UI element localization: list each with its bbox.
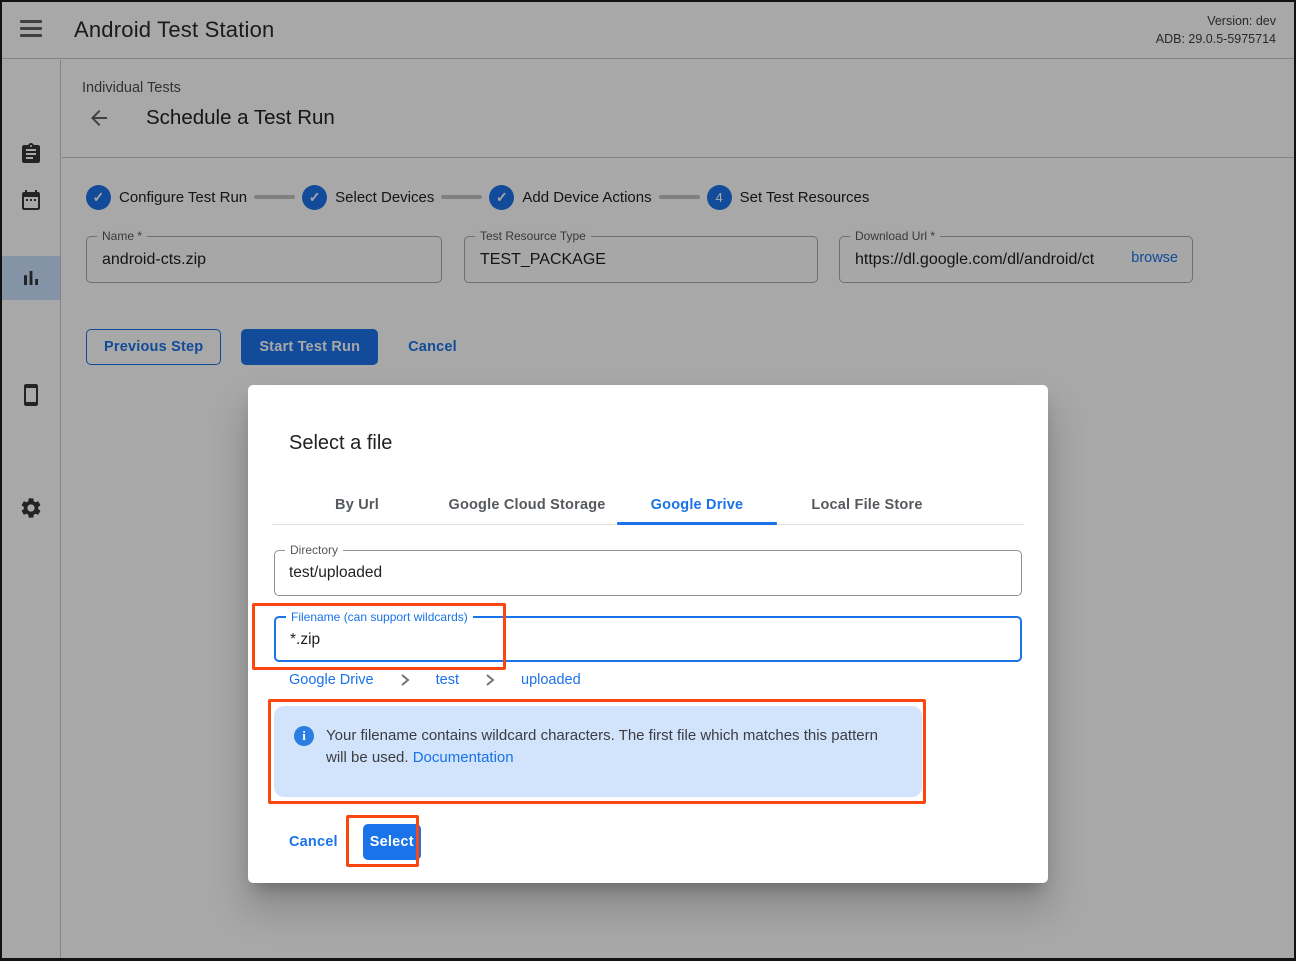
tab-google-cloud-storage[interactable]: Google Cloud Storage bbox=[442, 486, 612, 524]
directory-input[interactable] bbox=[289, 551, 1011, 595]
select-file-dialog: Select a file By Url Google Cloud Storag… bbox=[248, 385, 1048, 883]
filename-input[interactable] bbox=[290, 618, 1010, 662]
filename-field: Filename (can support wildcards) bbox=[274, 616, 1022, 662]
directory-field: Directory bbox=[274, 550, 1022, 596]
app-window: Android Test Station Version: dev ADB: 2… bbox=[0, 0, 1296, 961]
dialog-select-button[interactable]: Select bbox=[363, 824, 421, 860]
chevron-right-icon bbox=[400, 674, 410, 686]
documentation-link[interactable]: Documentation bbox=[413, 749, 514, 766]
file-source-tabs: By Url Google Cloud Storage Google Drive… bbox=[272, 486, 1024, 525]
wildcard-info-alert: i Your filename contains wildcard charac… bbox=[274, 706, 922, 797]
chevron-right-icon bbox=[485, 674, 495, 686]
drive-breadcrumb: Google Drive test uploaded bbox=[289, 672, 581, 688]
active-tab-indicator bbox=[617, 522, 777, 525]
breadcrumb-uploaded[interactable]: uploaded bbox=[521, 672, 581, 688]
tab-google-drive-label: Google Drive bbox=[651, 497, 744, 513]
tab-by-url[interactable]: By Url bbox=[272, 486, 442, 524]
alert-message: Your filename contains wildcard characte… bbox=[326, 725, 902, 778]
info-icon: i bbox=[294, 726, 314, 746]
dialog-title: Select a file bbox=[289, 432, 392, 455]
alert-message-text: Your filename contains wildcard characte… bbox=[326, 727, 878, 766]
tab-google-drive[interactable]: Google Drive bbox=[612, 486, 782, 524]
breadcrumb-google-drive[interactable]: Google Drive bbox=[289, 672, 374, 688]
breadcrumb-test[interactable]: test bbox=[436, 672, 459, 688]
tab-local-file-store[interactable]: Local File Store bbox=[782, 486, 952, 524]
dialog-actions: Cancel Select bbox=[281, 824, 421, 860]
dialog-cancel-button[interactable]: Cancel bbox=[281, 824, 346, 860]
